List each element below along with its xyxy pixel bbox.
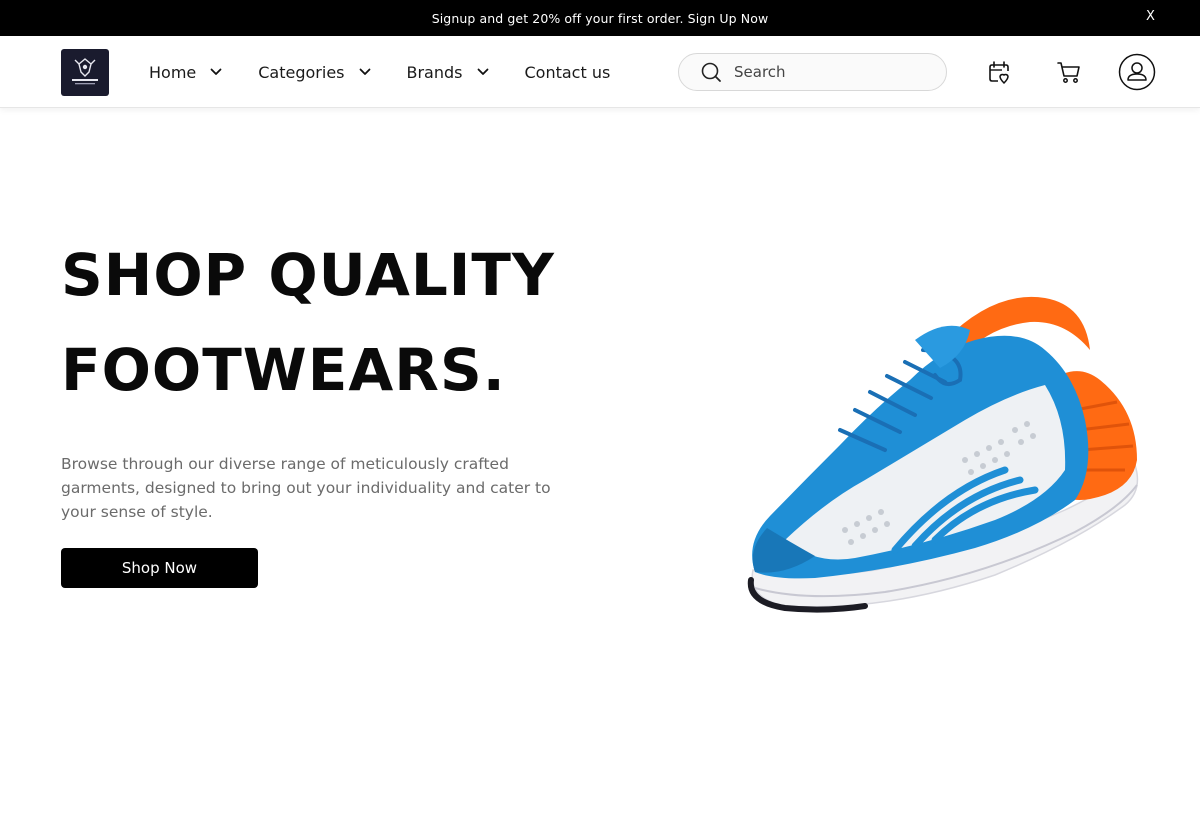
promo-close-button[interactable]: X	[1146, 9, 1155, 24]
cart-icon	[1057, 62, 1080, 83]
hero-title-line1: SHOP QUALITY	[61, 241, 555, 309]
promo-text: Signup and get 20% off your first order.	[431, 10, 684, 26]
nav-item-brands[interactable]: Brands	[407, 63, 489, 82]
cart-button[interactable]	[1053, 56, 1085, 88]
hero-title: SHOP QUALITY FOOTWEARS.	[61, 228, 681, 418]
promo-bar: Signup and get 20% off your first order.…	[0, 0, 1200, 36]
search-icon[interactable]	[700, 61, 722, 83]
chevron-down-icon	[477, 68, 489, 76]
nav-item-contact[interactable]: Contact us	[525, 63, 611, 82]
main-nav: Home Categories Brands Contact us	[149, 36, 610, 108]
account-button[interactable]	[1118, 53, 1156, 91]
chevron-down-icon	[210, 68, 222, 76]
nav-categories-label: Categories	[258, 62, 345, 82]
shop-now-button[interactable]: Shop Now	[61, 548, 258, 588]
signup-link[interactable]: Sign Up Now	[688, 11, 769, 26]
navbar: Home Categories Brands Contact us	[0, 36, 1200, 108]
nav-brands-label: Brands	[406, 62, 463, 82]
chevron-down-icon	[359, 68, 371, 76]
hero-shoe-image	[745, 280, 1145, 615]
hero-description: Browse through our diverse range of meti…	[61, 455, 551, 521]
nav-item-home[interactable]: Home	[149, 63, 222, 82]
nav-home-label: Home	[149, 62, 197, 82]
nav-item-categories[interactable]: Categories	[258, 63, 370, 82]
logo-emblem	[72, 57, 98, 84]
account-icon	[1118, 53, 1156, 91]
hero-title-line2: FOOTWEARS.	[61, 336, 506, 404]
logo[interactable]	[61, 49, 109, 96]
wishlist-button[interactable]	[983, 56, 1015, 88]
wishlist-icon	[989, 61, 1009, 85]
search-input[interactable]	[734, 63, 924, 81]
search-box[interactable]	[678, 53, 947, 91]
nav-contact-label: Contact us	[524, 62, 611, 82]
running-shoe-icon	[747, 296, 1139, 613]
